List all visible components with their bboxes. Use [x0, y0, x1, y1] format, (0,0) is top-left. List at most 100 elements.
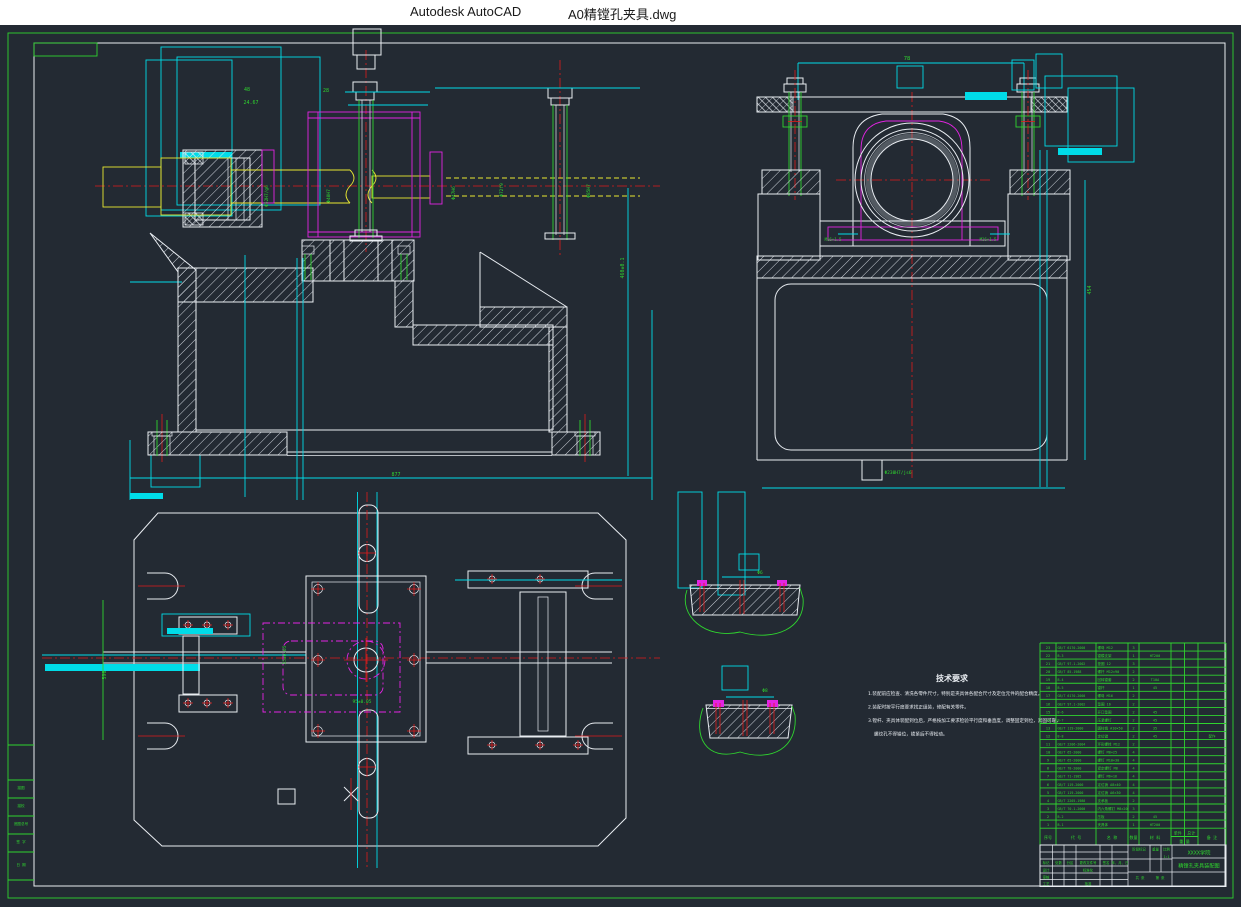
bomh-label-4: 材 料	[1150, 834, 1160, 840]
bom-cell-r23-c3: 3	[1132, 645, 1134, 650]
bom-cell-r14-c4: 45	[1153, 718, 1157, 722]
tb-label-15: 共 张	[1136, 875, 1145, 880]
bom-cell-r21-c3: 3	[1132, 661, 1134, 666]
bom-cell-r12-c3: 2	[1132, 733, 1134, 738]
bom-cell-r22-c2: 镗模支架	[1098, 653, 1113, 658]
tb-label-0: 标记	[1043, 860, 1050, 865]
bom-cell-r1-c2: 夹具体	[1098, 822, 1109, 827]
window-titlebar: Autodesk AutoCAD A0精镗孔夹具.dwg	[0, 0, 1241, 25]
dim-detail2: Φ8	[762, 688, 768, 694]
bomh-label-6: 总计	[1187, 830, 1195, 836]
bom-cell-r9-c2: 螺钉 M10×30	[1098, 758, 1120, 763]
file-title: A0精镗孔夹具.dwg	[568, 4, 676, 23]
bom-cell-r14-c0: 14	[1046, 717, 1051, 722]
bom-cell-r19-c4: T10A	[1151, 678, 1160, 682]
tb-label-8: 审核	[1043, 875, 1050, 880]
dim-shaft-3: Φ47H6	[451, 186, 457, 200]
bom-cell-r1-c4: HT200	[1150, 823, 1161, 827]
bom-cell-r23-c0: 23	[1046, 645, 1051, 650]
dim-78: 78	[904, 56, 911, 62]
bom-cell-r4-c1: GB/T 2205-1980	[1058, 799, 1086, 803]
dim-shaft-4: Φ72f9	[499, 183, 505, 197]
bom-cell-r11-c2: 环形螺栓 M12	[1098, 742, 1120, 747]
dim-shaft-1: Φ52H7/g6	[264, 185, 270, 207]
bom-cell-r20-c0: 20	[1046, 669, 1051, 674]
dim-454: 454	[1087, 285, 1093, 294]
tech-label-1: 2.装配时按平行度要求找正组装，修配有关零件。	[868, 704, 969, 711]
bom-cell-r16-c2: 垫圈 16	[1098, 701, 1111, 706]
bom-cell-r19-c2: 回转镗套	[1098, 677, 1113, 682]
bom-cell-r2-c2: 压板	[1098, 814, 1106, 819]
bom-cell-r2-c4: 45	[1153, 815, 1157, 819]
bom-cell-r12-c4: 45	[1153, 734, 1157, 738]
tb-label-6: 设计	[1043, 868, 1050, 873]
dim-590: 590	[102, 670, 108, 679]
bom-cell-r15-c1: B-6	[1058, 710, 1064, 714]
dim-95: 95±0.05	[353, 699, 372, 705]
bom-cell-r5-c1: GB/T 119-2000	[1058, 791, 1084, 795]
tb-label-14: 1:1	[1163, 855, 1169, 859]
bom-cell-r8-c1: GB/T 78-2000	[1058, 767, 1082, 771]
tech-label-0: 1.装配前应检查、清洗各零件尺寸，特别是夹具体各配合尺寸及定位元件的配合精度。	[868, 690, 1042, 697]
bom-cell-r20-c2: 螺杆 M12×90	[1098, 669, 1120, 674]
bom-cell-r12-c2: 定位键	[1098, 733, 1109, 738]
edge-label-4: 日 期	[16, 862, 26, 867]
bom-cell-r1-c1: B-1	[1058, 823, 1064, 827]
bom-cell-r18-c0: 18	[1046, 685, 1051, 690]
school-name: XXXX学院	[1188, 849, 1212, 857]
bom-cell-r13-c1: GB/T 119-2000	[1058, 726, 1084, 730]
dim-m16-right: M16×1.5	[980, 237, 997, 242]
bom-cell-r8-c2: 紧定螺钉 M8	[1098, 766, 1118, 771]
bom-cell-r6-c2: 定位销 A8×40	[1098, 782, 1121, 787]
tech-notes-title: 技术要求	[936, 673, 969, 683]
bom-cell-r13-c0: 13	[1046, 725, 1051, 730]
bom-cell-r15-c3: 2	[1132, 709, 1134, 714]
tb-label-4: 签名	[1103, 860, 1110, 865]
bom-cell-r14-c2: 压紧螺钉	[1098, 717, 1113, 722]
bom-cell-r22-c4: HT200	[1150, 654, 1161, 658]
dim-48: 48	[244, 87, 250, 93]
bom-cell-r22-c0: 22	[1046, 653, 1051, 658]
bom-cell-r4-c2: 支承板	[1098, 798, 1109, 803]
tech-label-2: 3.镗杆、夹具体装配到位后，严格按加工要求检验平行度和垂直度，调整固定到位，紧固…	[868, 717, 1061, 724]
tb-label-16: 第 张	[1156, 875, 1165, 880]
bomh-label-8: 备 注	[1207, 834, 1217, 840]
bomh-label-1: 代 号	[1071, 834, 1081, 840]
bom-cell-r22-c1: B-3	[1058, 654, 1064, 658]
tech-label-3: 螺纹孔不得错位，锁紧后不得松动。	[874, 731, 948, 738]
drawing-canvas[interactable]: 描图描校底图总号签 字日 期	[0, 0, 1241, 907]
bom-cell-r13-c2: 圆柱销 A10×50	[1098, 725, 1123, 730]
bom-cell-r13-c4: 35	[1153, 726, 1157, 730]
bomh-label-5: 单件	[1174, 830, 1182, 836]
bom-cell-r21-c2: 垫圈 12	[1098, 661, 1111, 666]
bom-cell-r5-c0: 5	[1047, 790, 1049, 795]
bom-cell-r2-c1: B-2	[1058, 815, 1064, 819]
bom-cell-r4-c3: 2	[1132, 798, 1134, 803]
bom-cell-r12-c1: B-8	[1058, 734, 1064, 738]
bom-cell-r17-c0: 17	[1046, 693, 1051, 698]
bom-cell-r7-c2: 螺钉 M6×16	[1098, 774, 1118, 779]
bom-cell-r15-c2: 开口垫圈	[1098, 709, 1113, 714]
bom-cell-r2-c0: 2	[1047, 814, 1049, 819]
bom-cell-r6-c1: GB/T 119-2000	[1058, 783, 1084, 787]
bom-cell-r14-c3: 2	[1132, 717, 1134, 722]
bom-cell-r3-c1: GB/T 70.1-2000	[1058, 807, 1086, 811]
bom-cell-r17-c1: GB/T 6170-2000	[1058, 694, 1086, 698]
bom-cell-r19-c1: B-4	[1058, 678, 1064, 682]
bom-cell-r18-c4: 45	[1153, 686, 1157, 690]
bom-cell-r3-c3: 3	[1132, 806, 1134, 811]
bom-cell-r19-c3: 2	[1132, 677, 1134, 682]
tb-label-2: 分区	[1067, 860, 1074, 865]
bom-cell-r10-c1: GB/T 65-2000	[1058, 751, 1082, 755]
dim-28: 28	[323, 88, 329, 94]
bom-cell-r10-c0: 10	[1046, 750, 1051, 755]
bom-cell-r21-c0: 21	[1046, 661, 1051, 666]
tb-label-9: 工艺	[1043, 881, 1050, 886]
bom-cell-r3-c0: 3	[1047, 806, 1049, 811]
drawing-title: 精镗孔夹具装配图	[1178, 862, 1220, 870]
dim-detail1: Φ6	[757, 570, 763, 576]
bom-cell-r9-c1: GB/T 65-2000	[1058, 759, 1082, 763]
bom-cell-r7-c0: 7	[1047, 774, 1049, 779]
tb-label-7: 标准化	[1083, 868, 1094, 873]
bom-cell-r7-c1: GB/T 71-1985	[1058, 775, 1082, 779]
